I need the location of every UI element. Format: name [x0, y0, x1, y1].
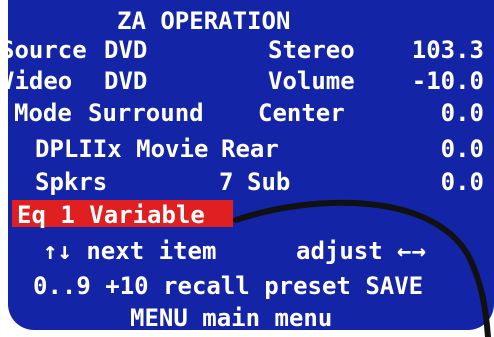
help-adjust: adjust ←→ [296, 237, 427, 265]
eq-label[interactable]: Eq 1 Variable [17, 203, 205, 227]
video-value[interactable]: DVD [104, 69, 147, 93]
mode-label: Mode [14, 99, 72, 127]
volume-value[interactable]: -10.0 [392, 69, 484, 93]
rear-label: Rear [221, 135, 279, 163]
help-next-item: ↑↓ next item [43, 237, 217, 265]
sub-value[interactable]: 0.0 [392, 170, 484, 194]
speakers-label: Spkrs [35, 168, 108, 196]
source-label: Source [0, 36, 87, 64]
volume-label: Volume [268, 67, 355, 95]
stereo-label: Stereo [268, 36, 355, 64]
rear-value[interactable]: 0.0 [392, 137, 484, 161]
speakers-value[interactable]: 7 [219, 170, 233, 194]
screen-title: ZA OPERATION [117, 7, 291, 35]
stereo-value: 103.3 [411, 36, 484, 64]
center-value[interactable]: 0.0 [392, 101, 484, 125]
help-main-menu: MENU main menu [130, 304, 333, 332]
mode-value[interactable]: Surround [88, 101, 204, 125]
za-operation-screen: ZA OPERATION Source DVD Stereo 103.3 Vid… [0, 0, 494, 337]
video-label: Video [0, 67, 73, 95]
help-recall-save: 0..9 +10 recall preset SAVE [33, 272, 424, 300]
sub-label: Sub [247, 168, 291, 196]
source-value[interactable]: DVD [104, 38, 147, 62]
center-label: Center [258, 99, 345, 127]
dpl-mode-value[interactable]: DPLIIx Movie [35, 137, 208, 161]
